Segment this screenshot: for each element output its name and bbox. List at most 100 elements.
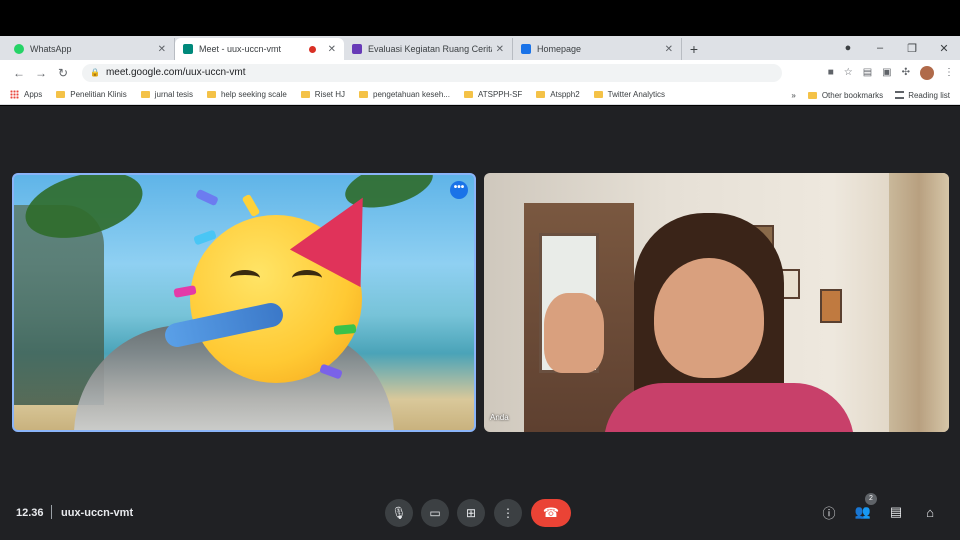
menu-icon[interactable]: ⋮ bbox=[944, 67, 954, 78]
activities-button[interactable]: ⌂ bbox=[921, 503, 939, 521]
tab-strip: WhatsApp ✕ Meet - uux-uccn-vmt ✕ Evaluas… bbox=[0, 36, 960, 60]
bookmark-folder[interactable]: Penelitian Klinis bbox=[56, 90, 127, 99]
bookmark-folder[interactable]: Atspph2 bbox=[536, 90, 580, 99]
emoji-eye bbox=[230, 270, 260, 286]
participant-tile-1[interactable]: ••• bbox=[12, 173, 476, 432]
more-options-button[interactable]: ⋮ bbox=[494, 499, 522, 527]
bookmarks-right: » Other bookmarks Reading list bbox=[791, 85, 950, 105]
profile-dot-icon[interactable]: ● bbox=[832, 42, 864, 54]
bookmarks-bar: Apps Penelitian Klinis jurnal tesis help… bbox=[0, 85, 960, 105]
participant-tile-2[interactable]: Anda bbox=[484, 173, 949, 432]
close-icon[interactable]: ✕ bbox=[665, 44, 673, 55]
meeting-details-button[interactable]: ⓘ bbox=[820, 503, 838, 521]
bookmark-folder[interactable]: Twitter Analytics bbox=[593, 90, 666, 99]
minimize-button[interactable]: – bbox=[864, 42, 896, 54]
folder-icon bbox=[536, 91, 546, 98]
extension-icon[interactable]: ▣ bbox=[882, 67, 891, 78]
forms-icon bbox=[352, 44, 362, 54]
bookmark-label: ATSPPH-SF bbox=[477, 90, 523, 99]
bookmark-folder[interactable]: jurnal tesis bbox=[140, 90, 193, 99]
participant-count-badge: 2 bbox=[865, 493, 877, 505]
bookmark-apps[interactable]: Apps bbox=[10, 90, 42, 99]
tab-title: Meet - uux-uccn-vmt bbox=[199, 44, 282, 54]
screen: WhatsApp ✕ Meet - uux-uccn-vmt ✕ Evaluas… bbox=[0, 0, 960, 540]
background-curtain bbox=[889, 173, 949, 432]
bookmark-label: Atspph2 bbox=[550, 90, 580, 99]
close-icon[interactable]: ✕ bbox=[328, 44, 336, 55]
tab-forms[interactable]: Evaluasi Kegiatan Ruang Cerita ✕ bbox=[344, 38, 513, 60]
reading-list[interactable]: Reading list bbox=[895, 91, 950, 100]
tab-title: WhatsApp bbox=[30, 44, 72, 54]
close-icon[interactable]: ✕ bbox=[496, 44, 504, 55]
reading-list-icon bbox=[895, 91, 905, 99]
close-icon[interactable]: ✕ bbox=[158, 44, 166, 55]
toolbar-icons: ■ ☆ ▤ ▣ ✣ ⋮ bbox=[828, 60, 954, 85]
apps-grid-icon bbox=[10, 90, 19, 99]
profile-avatar[interactable] bbox=[920, 65, 934, 80]
tab-title: Evaluasi Kegiatan Ruang Cerita bbox=[368, 44, 492, 54]
meet-stage: ••• Anda bbox=[0, 106, 960, 540]
restore-button[interactable]: ❐ bbox=[896, 42, 928, 55]
meeting-code: uux-uccn-vmt bbox=[61, 507, 134, 519]
folder-icon bbox=[206, 91, 216, 98]
camera-indicator-icon[interactable]: ■ bbox=[828, 67, 834, 78]
bookmark-folder[interactable]: pengetahuan keseh... bbox=[359, 90, 450, 99]
chat-icon: ▤ bbox=[889, 504, 903, 519]
tab-meet[interactable]: Meet - uux-uccn-vmt ✕ bbox=[175, 38, 344, 60]
camera-icon: ▭ bbox=[429, 506, 441, 520]
bookmark-label: Other bookmarks bbox=[821, 90, 884, 100]
meet-icon bbox=[183, 44, 193, 54]
url-bar[interactable]: 🔒 meet.google.com/uux-uccn-vmt bbox=[82, 63, 782, 82]
microphone-button[interactable]: 🎙 bbox=[385, 499, 413, 527]
close-window-button[interactable]: ✕ bbox=[928, 42, 960, 55]
extension-doc-icon[interactable]: ▤ bbox=[863, 67, 872, 78]
bookmark-label: Penelitian Klinis bbox=[70, 90, 127, 99]
url-text: meet.google.com/uux-uccn-vmt bbox=[105, 67, 246, 78]
end-call-button[interactable]: ☎ bbox=[531, 499, 571, 527]
participant-person bbox=[544, 213, 854, 432]
bookmarks-overflow-button[interactable]: » bbox=[791, 91, 795, 100]
top-black-strip bbox=[0, 0, 960, 36]
address-bar-row: ← → ↻ 🔒 meet.google.com/uux-uccn-vmt ■ ☆… bbox=[0, 60, 960, 85]
confetti bbox=[195, 188, 219, 207]
new-tab-button[interactable]: + bbox=[682, 38, 706, 60]
people-icon: 👥 bbox=[854, 504, 872, 519]
person-shirt bbox=[604, 383, 854, 432]
homepage-icon bbox=[521, 44, 531, 54]
confetti bbox=[241, 193, 261, 218]
tab-homepage[interactable]: Homepage ✕ bbox=[513, 38, 682, 60]
window-controls: ● – ❐ ✕ bbox=[832, 36, 960, 60]
forward-icon[interactable]: → bbox=[30, 66, 52, 80]
folder-icon bbox=[300, 91, 310, 98]
reload-icon[interactable]: ↻ bbox=[52, 66, 74, 80]
info-icon: ⓘ bbox=[822, 505, 836, 521]
divider bbox=[51, 505, 52, 519]
folder-icon bbox=[140, 91, 150, 98]
chat-button[interactable]: ▤ bbox=[887, 503, 905, 521]
star-icon[interactable]: ☆ bbox=[844, 67, 853, 78]
lock-icon[interactable]: 🔒 bbox=[90, 68, 100, 77]
participant-name: Anda bbox=[490, 413, 509, 422]
camera-button[interactable]: ▭ bbox=[421, 499, 449, 527]
meet-control-bar: 12.36 uux-uccn-vmt 🎙 ▭ ⊞ ⋮ ☎ ⓘ 👥 ▤ ⌂ bbox=[0, 480, 960, 540]
folder-icon bbox=[56, 91, 66, 98]
folder-icon bbox=[807, 91, 817, 99]
back-icon[interactable]: ← bbox=[8, 66, 30, 80]
folder-icon bbox=[463, 91, 473, 98]
bookmark-label: jurnal tesis bbox=[154, 90, 193, 99]
tile-options-button[interactable]: ••• bbox=[450, 181, 468, 199]
puzzle-icon[interactable]: ✣ bbox=[902, 67, 910, 78]
confetti bbox=[333, 324, 357, 335]
bookmark-folder[interactable]: help seeking scale bbox=[206, 90, 287, 99]
microphone-icon: 🎙 bbox=[391, 506, 407, 520]
peace-sign-hand bbox=[544, 293, 604, 373]
person-face bbox=[654, 258, 764, 378]
folder-icon bbox=[359, 91, 369, 98]
bookmark-folder[interactable]: ATSPPH-SF bbox=[463, 90, 523, 99]
other-bookmarks[interactable]: Other bookmarks bbox=[807, 90, 884, 100]
tab-whatsapp[interactable]: WhatsApp ✕ bbox=[6, 38, 175, 60]
people-button[interactable]: 👥 bbox=[854, 503, 872, 521]
present-button[interactable]: ⊞ bbox=[457, 499, 485, 527]
bookmark-label: Twitter Analytics bbox=[607, 90, 666, 99]
bookmark-folder[interactable]: Riset HJ bbox=[300, 90, 345, 99]
